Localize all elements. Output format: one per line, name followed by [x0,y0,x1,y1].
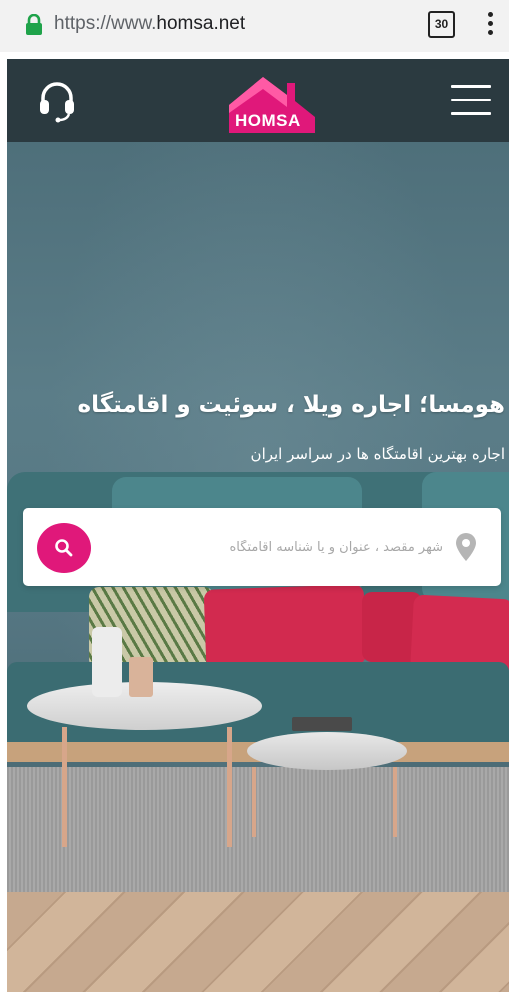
table-legs [252,767,397,837]
floor [7,892,509,992]
candle [129,657,153,697]
logo-text: HOMSA [235,111,301,130]
pillow [203,584,367,670]
search-icon [55,539,73,557]
search-button[interactable] [37,523,91,573]
url-text[interactable]: https://www.homsa.net [54,13,245,35]
location-pin-icon [456,533,476,561]
hamburger-menu-icon[interactable] [451,85,491,117]
browser-url-bar[interactable]: https://www.homsa.net 30 [0,0,509,52]
side-table [247,732,407,770]
search-box [23,508,501,586]
book [292,717,352,731]
hero-subtitle: اجاره بهترین اقامتگاه ها در سراسر ایران [250,445,505,463]
lock-icon [26,14,42,35]
site-header: HOMSA [7,59,509,142]
hero-section: هومسا؛ اجاره ویلا ، سوئیت و اقامتگاه اجا… [7,142,509,992]
homsa-logo[interactable]: HOMSA [225,73,317,133]
hero-title: هومسا؛ اجاره ویلا ، سوئیت و اقامتگاه [77,392,505,418]
search-input[interactable] [113,530,443,564]
headset-icon[interactable] [37,79,77,123]
vase [92,627,122,697]
table-legs [62,727,232,847]
more-options-icon[interactable] [485,12,495,38]
tab-switcher-button[interactable]: 30 [428,11,455,38]
